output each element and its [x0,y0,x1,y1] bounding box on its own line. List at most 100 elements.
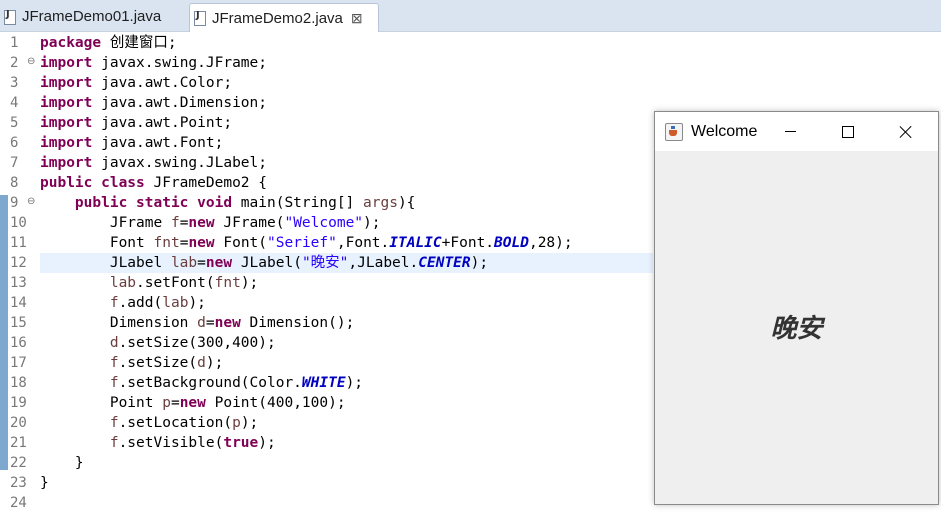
code-line[interactable]: package 创建窗口; [40,33,177,53]
code-token: d [197,315,206,331]
code-token: ); [363,215,381,231]
code-line[interactable]: import java.awt.Dimension; [40,93,267,113]
code-token: import [40,135,93,151]
code-token: "Welcome" [284,215,364,231]
code-line[interactable]: f.setSize(d); [40,353,224,373]
editor-tab-bar: J JFrameDemo01.java J JFrameDemo2.java ⊠ [0,0,941,32]
line-number: 6 [10,135,19,151]
line-number: 1 [10,35,19,51]
code-token: ){ [397,195,416,211]
line-number: 14 [10,295,27,311]
code-line[interactable]: f.setLocation(p); [40,413,258,433]
code-token: f [109,435,119,451]
code-token: p [162,395,171,411]
code-line[interactable]: f.setBackground(Color.WHITE); [40,373,363,393]
code-token: fnt [214,275,241,291]
code-token: Dimension [40,315,198,331]
code-line[interactable]: import javax.swing.JLabel; [40,153,267,173]
code-line[interactable]: Font fnt=new Font("Serief",Font.ITALIC+F… [40,233,573,253]
code-token: f [109,295,119,311]
code-token: .setBackground(Color. [118,375,302,391]
code-token: Font( [214,235,268,251]
code-token: .setFont( [136,275,215,291]
maximize-button[interactable] [825,112,871,151]
code-line[interactable]: f.add(lab); [40,293,206,313]
code-token: public class [40,175,145,191]
code-token: d [109,335,119,351]
line-number: 15 [10,315,27,331]
code-line[interactable]: Dimension d=new Dimension(); [40,313,354,333]
line-number: 17 [10,355,27,371]
line-number: 11 [10,235,27,251]
code-line[interactable]: JLabel lab=new JLabel("晚安",JLabel.CENTER… [40,253,488,273]
minimize-button[interactable] [767,112,813,151]
code-line[interactable]: import java.awt.Font; [40,133,223,153]
code-token: new [188,235,215,251]
minimize-icon [784,131,796,132]
code-token: new [214,315,241,331]
line-number: 16 [10,335,27,351]
code-token: BOLD [494,235,529,251]
window-title-bar[interactable]: Welcome [655,112,938,151]
code-token: true [223,435,259,451]
code-token: ,JLabel. [348,255,419,271]
code-line[interactable]: f.setVisible(true); [40,433,276,453]
line-number: 24 [10,495,27,511]
code-token: ); [240,415,259,431]
line-number: 7 [10,155,19,171]
code-line[interactable]: public class JFrameDemo2 { [40,173,267,193]
code-token: Font [40,235,154,251]
tab-jframedemo01[interactable]: J JFrameDemo01.java [0,3,188,30]
fold-toggle-icon[interactable]: ⊖ [27,193,35,213]
code-token: .setSize( [118,355,198,371]
code-token: ,28); [528,235,573,251]
line-number: 22 [10,455,27,471]
code-token: = [170,395,180,411]
fold-toggle-icon[interactable]: ⊖ [27,53,35,73]
code-token: javax.swing.JFrame; [92,55,267,71]
code-token: JLabel( [232,255,302,271]
code-token: ); [205,355,224,371]
code-token: JLabel [40,255,171,271]
code-line[interactable]: JFrame f=new JFrame("Welcome"); [40,213,381,233]
code-token: import [40,95,93,111]
code-token: Point [40,395,163,411]
code-token: f [109,355,119,371]
code-line[interactable]: } [40,453,84,473]
code-token: f [170,215,180,231]
code-line[interactable]: import java.awt.Color; [40,73,232,93]
code-token: ); [345,375,364,391]
code-token: lab [109,275,137,291]
line-number: 8 [10,175,19,191]
code-token: lab [162,295,189,311]
code-line[interactable]: import java.awt.Point; [40,113,232,133]
code-line[interactable]: public static void main(String[] args){ [40,193,415,213]
code-line[interactable]: lab.setFont(fnt); [40,273,258,293]
code-line[interactable]: import javax.swing.JFrame; [40,53,267,73]
line-number: 12 [10,255,27,271]
code-token: import [40,155,93,171]
code-token: java.awt.Point; [92,115,233,131]
code-token: "Serief" [267,235,337,251]
change-marker-bar [0,195,8,470]
close-button[interactable] [883,112,929,151]
code-token: package [40,35,102,51]
code-token: .setSize(300,400); [118,335,276,351]
code-token: ); [240,275,259,291]
code-token: import [40,115,93,131]
code-line[interactable]: d.setSize(300,400); [40,333,276,353]
code-token: JFrameDemo2 { [144,175,267,191]
code-token: d [197,355,206,371]
tab-close-icon[interactable]: ⊠ [351,10,363,27]
code-token: args [363,195,398,211]
code-line[interactable]: } [40,473,49,493]
code-token: ); [188,295,206,311]
tab-jframedemo2[interactable]: J JFrameDemo2.java ⊠ [189,3,379,32]
code-line[interactable]: Point p=new Point(400,100); [40,393,346,413]
welcome-window[interactable]: Welcome 晚安 [654,111,939,505]
